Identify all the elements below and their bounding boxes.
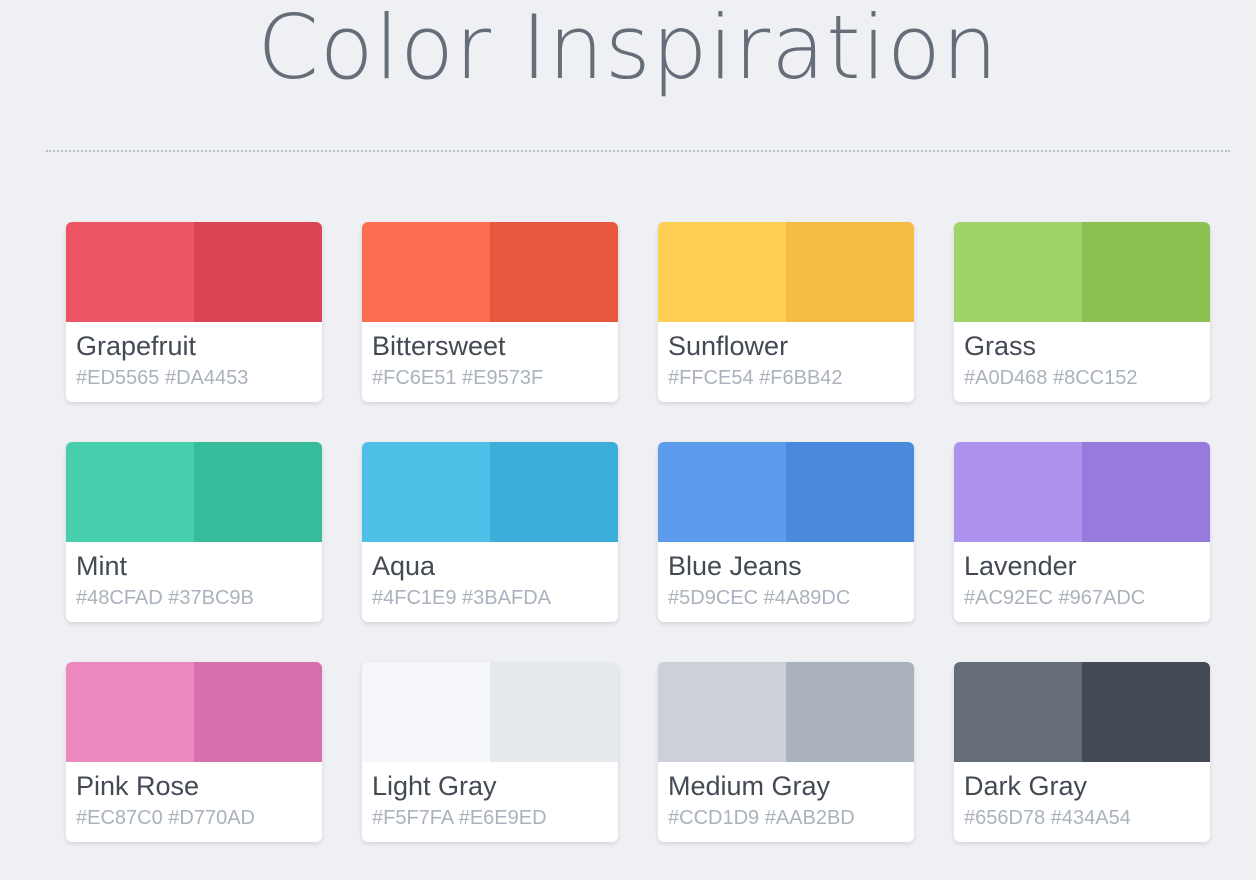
swatch-pair	[362, 662, 618, 762]
swatch-light[interactable]	[66, 442, 194, 542]
swatch-dark[interactable]	[194, 222, 322, 322]
palette-name: Bittersweet	[372, 331, 506, 361]
swatch-light[interactable]	[954, 662, 1082, 762]
swatch-pair	[66, 662, 322, 762]
title-divider	[46, 150, 1230, 152]
palette-name: Grass	[964, 331, 1037, 361]
swatch-pair	[66, 442, 322, 542]
swatch-pair	[658, 222, 914, 322]
swatch-dark[interactable]	[1082, 222, 1210, 322]
palette-hex-codes: #A0D468 #8CC152	[964, 367, 1138, 389]
palette-hex-codes: #656D78 #434A54	[964, 807, 1131, 829]
swatch-light[interactable]	[658, 662, 786, 762]
palette-card-pink-rose[interactable]: Pink Rose #EC87C0 #D770AD	[66, 662, 322, 842]
swatch-dark[interactable]	[490, 662, 618, 762]
palette-card-aqua[interactable]: Aqua #4FC1E9 #3BAFDA	[362, 442, 618, 622]
palette-name: Sunflower	[668, 331, 789, 361]
palette-hex-codes: #FFCE54 #F6BB42	[668, 367, 843, 389]
swatch-dark[interactable]	[786, 662, 914, 762]
page-title: Color Inspiration	[257, 0, 999, 99]
swatch-pair	[658, 442, 914, 542]
swatch-pair	[362, 222, 618, 322]
swatch-pair	[954, 442, 1210, 542]
palette-card-blue-jeans[interactable]: Blue Jeans #5D9CEC #4A89DC	[658, 442, 914, 622]
swatch-pair	[362, 442, 618, 542]
palette-card-mint[interactable]: Mint #48CFAD #37BC9B	[66, 442, 322, 622]
swatch-dark[interactable]	[786, 442, 914, 542]
palette-name: Grapefruit	[76, 331, 197, 361]
swatch-dark[interactable]	[194, 442, 322, 542]
palette-hex-codes: #4FC1E9 #3BAFDA	[372, 587, 551, 609]
palette-hex-codes: #AC92EC #967ADC	[964, 587, 1146, 609]
swatch-dark[interactable]	[194, 662, 322, 762]
swatch-light[interactable]	[362, 222, 490, 322]
swatch-light[interactable]	[658, 442, 786, 542]
palette-hex-codes: #EC87C0 #D770AD	[76, 807, 255, 829]
palette-hex-codes: #ED5565 #DA4453	[76, 367, 249, 389]
palette-hex-codes: #F5F7FA #E6E9ED	[372, 807, 547, 829]
swatch-dark[interactable]	[490, 442, 618, 542]
swatch-light[interactable]	[954, 222, 1082, 322]
palette-card-medium-gray[interactable]: Medium Gray #CCD1D9 #AAB2BD	[658, 662, 914, 842]
palette-name: Dark Gray	[964, 771, 1088, 801]
palette-name: Light Gray	[372, 771, 497, 801]
palette-hex-codes: #48CFAD #37BC9B	[76, 587, 254, 609]
swatch-pair	[658, 662, 914, 762]
palette-name: Aqua	[372, 551, 436, 581]
palette-card-lavender[interactable]: Lavender #AC92EC #967ADC	[954, 442, 1210, 622]
swatch-dark[interactable]	[1082, 662, 1210, 762]
palette-name: Medium Gray	[668, 771, 831, 801]
palette-card-bittersweet[interactable]: Bittersweet #FC6E51 #E9573F	[362, 222, 618, 402]
swatch-light[interactable]	[66, 222, 194, 322]
swatch-pair	[66, 222, 322, 322]
swatch-light[interactable]	[362, 442, 490, 542]
palette-name: Mint	[76, 551, 128, 581]
swatch-light[interactable]	[362, 662, 490, 762]
palette-name: Blue Jeans	[668, 551, 802, 581]
palette-card-dark-gray[interactable]: Dark Gray #656D78 #434A54	[954, 662, 1210, 842]
palette-hex-codes: #FC6E51 #E9573F	[372, 367, 544, 389]
palette-card-grass[interactable]: Grass #A0D468 #8CC152	[954, 222, 1210, 402]
palette-hex-codes: #CCD1D9 #AAB2BD	[668, 807, 855, 829]
swatch-light[interactable]	[658, 222, 786, 322]
swatch-dark[interactable]	[1082, 442, 1210, 542]
swatch-dark[interactable]	[490, 222, 618, 322]
palette-card-light-gray[interactable]: Light Gray #F5F7FA #E6E9ED	[362, 662, 618, 842]
palette-name: Lavender	[964, 551, 1077, 581]
palette-grid: Grapefruit #ED5565 #DA4453 Bittersweet #…	[66, 222, 1210, 842]
palette-card-grapefruit[interactable]: Grapefruit #ED5565 #DA4453	[66, 222, 322, 402]
swatch-light[interactable]	[954, 442, 1082, 542]
palette-card-sunflower[interactable]: Sunflower #FFCE54 #F6BB42	[658, 222, 914, 402]
swatch-light[interactable]	[66, 662, 194, 762]
swatch-pair	[954, 662, 1210, 762]
swatch-pair	[954, 222, 1210, 322]
swatch-dark[interactable]	[786, 222, 914, 322]
palette-hex-codes: #5D9CEC #4A89DC	[668, 587, 851, 609]
palette-name: Pink Rose	[76, 771, 200, 801]
